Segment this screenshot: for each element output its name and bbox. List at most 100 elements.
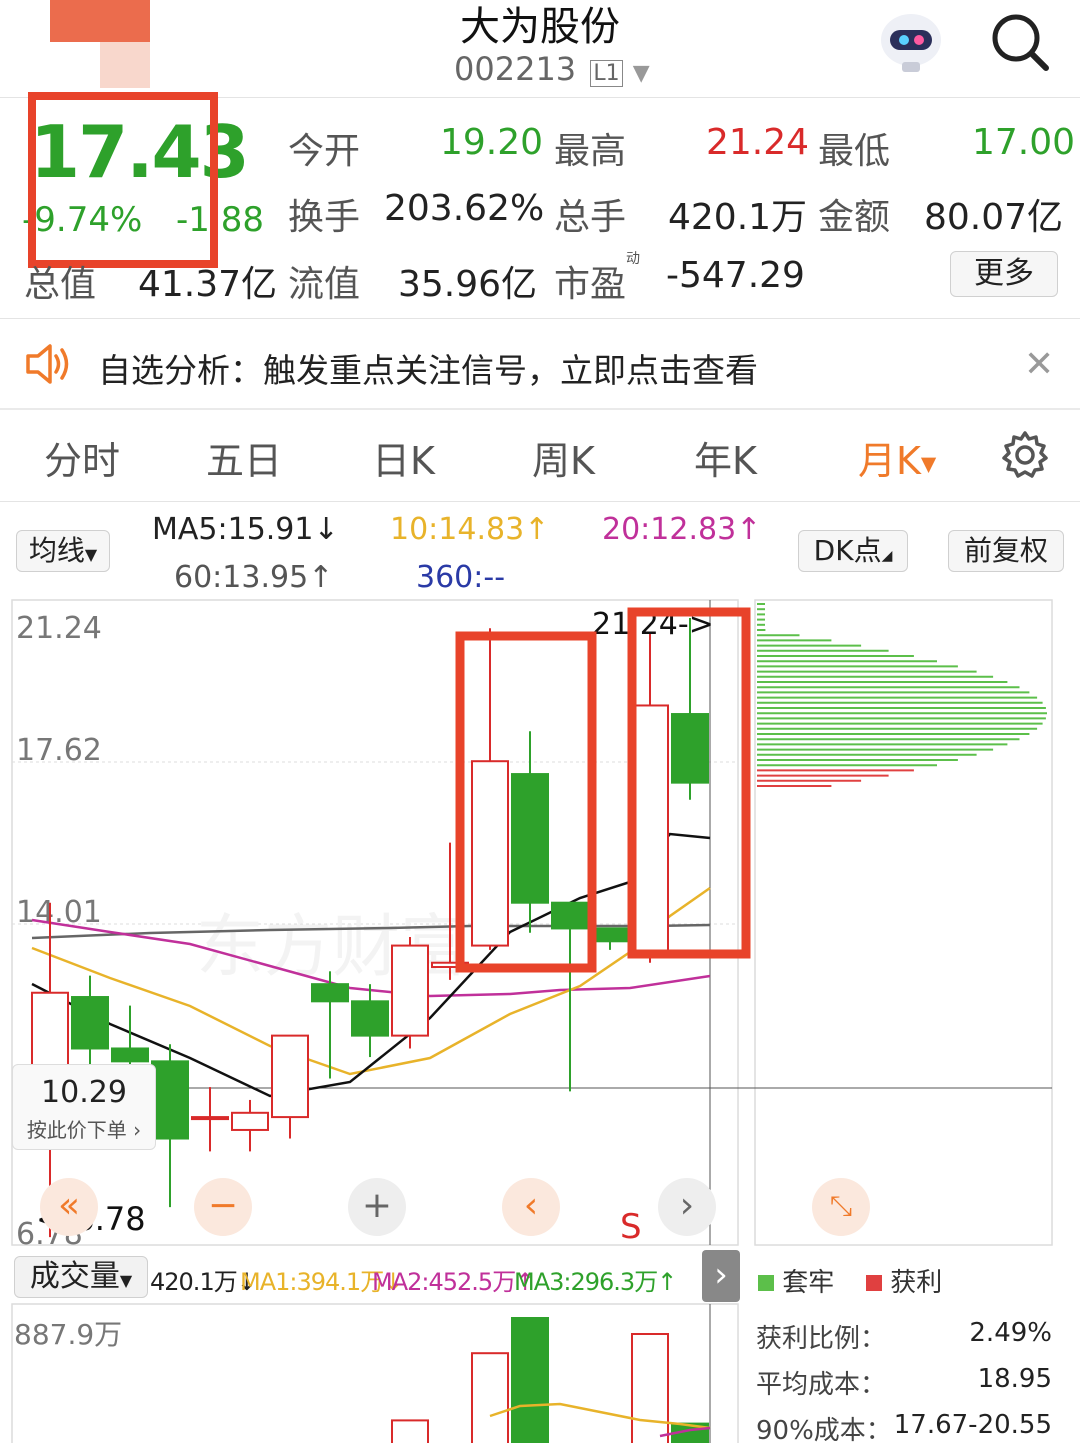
price-order-tooltip[interactable]: 10.29 按此价下单 › <box>12 1064 156 1150</box>
tooltip-action: 按此价下单 › <box>13 1114 155 1143</box>
candle-body <box>551 901 589 930</box>
tooltip-action-label: 按此价下单 <box>26 1118 127 1142</box>
notice-divider <box>0 408 1080 410</box>
chevron-right-icon: › <box>126 1118 142 1142</box>
zoom-in-button[interactable]: + <box>348 1178 406 1236</box>
expand-panel-button[interactable]: › <box>702 1250 740 1302</box>
tab-five-day[interactable]: 五日 <box>206 430 282 485</box>
stat-value-low: 17.00 <box>972 122 1076 163</box>
stat-value-float-cap: 35.96亿 <box>398 264 538 305</box>
stat-label-amount: 金额 <box>818 197 891 238</box>
legend-swatch <box>758 1275 774 1291</box>
chevron-down-icon: ▼ <box>632 61 650 86</box>
tab-monthly-k-label: 月K <box>858 439 921 483</box>
ma-selector-label: 均线 <box>28 534 85 567</box>
gear-icon[interactable] <box>1000 430 1050 480</box>
volume-ma3: MA3:296.3万↑ <box>514 1268 677 1296</box>
kline-chart[interactable]: 东方财富 21.24 17.62 14.01 6.78 21.24-> <-6.… <box>0 598 1080 1252</box>
chip-label-profit-ratio: 获利比例： <box>756 1324 887 1354</box>
candle-body <box>511 773 549 904</box>
chevron-down-icon: ▼ <box>920 451 937 476</box>
close-icon[interactable]: ✕ <box>1024 344 1054 385</box>
stock-code: 002213 <box>454 50 577 88</box>
stat-label-low: 最低 <box>818 131 891 172</box>
volume-bar <box>471 1352 509 1447</box>
chip-label-90-cost: 90%成本： <box>756 1416 892 1446</box>
stat-value-turnover: 203.62% <box>384 188 545 229</box>
zoom-out-button[interactable]: − <box>194 1178 252 1236</box>
ma60-value: 60:13.95↑ <box>174 560 334 595</box>
stat-value-market-cap: 41.37亿 <box>138 264 278 305</box>
pe-superscript: 动 <box>626 251 640 267</box>
stock-code-row[interactable]: 002213 L1 ▼ <box>454 50 650 88</box>
volume-chart[interactable]: 887.9万 <box>0 1302 750 1447</box>
stat-label-pe: 市盈 <box>554 264 627 305</box>
candle-body <box>71 996 109 1050</box>
chip-label-avg-cost: 平均成本： <box>756 1370 887 1400</box>
ma360-value: 360:-- <box>416 560 506 595</box>
stat-value-amount: 80.07亿 <box>924 197 1064 238</box>
ma20-value: 20:12.83↑ <box>602 512 762 547</box>
tab-monthly-k[interactable]: 月K▼ <box>858 430 936 485</box>
stat-label-turnover: 换手 <box>288 197 361 238</box>
tab-weekly-k[interactable]: 周K <box>532 430 595 485</box>
legend-profit: 获利 <box>866 1262 942 1299</box>
more-button[interactable]: 更多 <box>950 251 1058 297</box>
ma-selector[interactable]: 均线▼ <box>16 530 110 572</box>
candle-body <box>591 927 629 943</box>
tab-intraday[interactable]: 分时 <box>44 430 120 485</box>
double-chevron-left-icon[interactable]: « <box>40 1178 98 1236</box>
volume-bar <box>391 1419 429 1447</box>
chip-value-avg-cost: 18.95 <box>977 1364 1052 1394</box>
notice-text[interactable]: 自选分析：触发重点关注信号，立即点击查看 <box>98 344 758 392</box>
ma5-value: MA5:15.91↓ <box>152 512 339 547</box>
stat-label-high: 最高 <box>554 131 627 172</box>
adjust-button[interactable]: 前复权 <box>948 530 1064 572</box>
candle-body <box>351 1000 389 1037</box>
robot-assistant-icon[interactable] <box>876 10 946 74</box>
legend-trapped: 套牢 <box>758 1262 834 1299</box>
chip-value-profit-ratio: 2.49% <box>969 1318 1052 1348</box>
tooltip-price: 10.29 <box>41 1075 127 1110</box>
candle-body <box>391 944 429 1037</box>
tab-daily-k[interactable]: 日K <box>372 430 435 485</box>
candle-body <box>151 1060 189 1140</box>
chevron-right-icon[interactable]: › <box>658 1178 716 1236</box>
volume-selector[interactable]: 成交量▼ <box>14 1256 148 1298</box>
tab-yearly-k[interactable]: 年K <box>694 430 757 485</box>
stat-value-pe: -547.29 <box>666 255 805 296</box>
candle-body <box>111 1047 149 1063</box>
search-icon[interactable] <box>988 12 1052 72</box>
legend-profit-label: 获利 <box>890 1268 943 1298</box>
candle-body <box>671 713 709 784</box>
volume-ma2: MA2:452.5万↑ <box>372 1268 535 1296</box>
volume-bar <box>511 1317 549 1447</box>
stat-label-float-cap: 流值 <box>288 264 361 305</box>
stat-label-volume: 总手 <box>554 197 627 238</box>
volume-max-label: 887.9万 <box>14 1318 122 1351</box>
chip-value-90-cost: 17.67-20.55 <box>893 1410 1052 1440</box>
chevron-down-icon: ▼ <box>119 1271 133 1290</box>
legend-trapped-label: 套牢 <box>782 1268 835 1298</box>
candle-body <box>231 1111 269 1131</box>
y-tick-label: 17.62 <box>16 733 102 768</box>
candle-body <box>311 983 349 1003</box>
dk-point-button[interactable]: DK点◢ <box>798 530 908 572</box>
fullscreen-icon[interactable]: ⤡ <box>812 1178 870 1236</box>
candle-body <box>631 704 669 956</box>
volume-bar <box>631 1333 669 1447</box>
ma10-value: 10:14.83↑ <box>390 512 550 547</box>
stat-label-open: 今开 <box>288 131 361 172</box>
candle-body <box>191 1116 229 1121</box>
speaker-icon <box>24 342 72 386</box>
chevron-left-icon[interactable]: ‹ <box>502 1178 560 1236</box>
y-tick-label: 21.24 <box>16 611 102 646</box>
level-badge: L1 <box>590 60 623 87</box>
price-highlight-box <box>28 92 218 268</box>
volume-selector-label: 成交量 <box>29 1259 120 1294</box>
corner-triangle-icon: ◢ <box>881 548 893 564</box>
candle-body <box>471 760 509 947</box>
dk-point-label: DK点 <box>813 534 882 567</box>
stat-value-high: 21.24 <box>706 122 810 163</box>
chevron-down-icon: ▼ <box>84 545 98 564</box>
